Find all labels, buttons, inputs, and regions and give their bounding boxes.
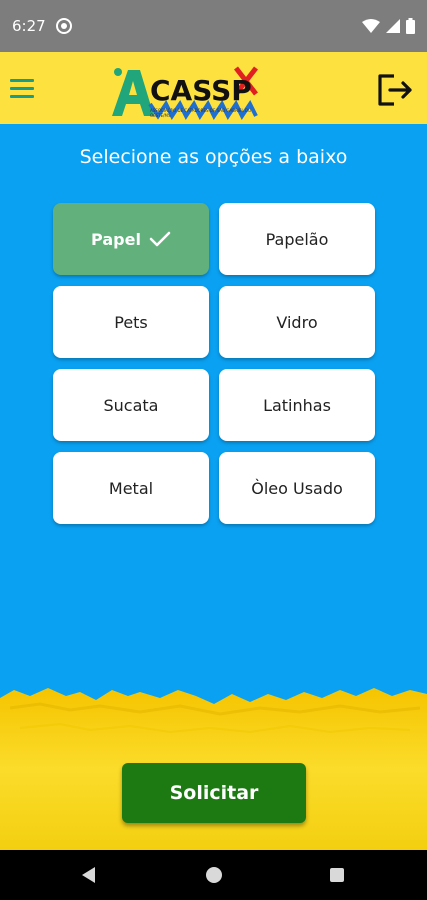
status-time: 6:27 <box>12 17 46 35</box>
logout-icon <box>378 74 412 106</box>
hamburger-menu-icon <box>10 78 34 82</box>
solicitar-button[interactable]: Solicitar <box>122 763 306 823</box>
page-heading: Selecione as opções a baixo <box>79 146 348 168</box>
option-label: Latinhas <box>263 395 331 415</box>
option-oleo-usado[interactable]: Òleo Usado <box>219 452 375 524</box>
option-vidro[interactable]: Vidro <box>219 286 375 358</box>
logo-subtitle: ASSOCIAÇÃO DE CATADORES DE SÃO GABRIEL D… <box>150 108 252 118</box>
option-label: Òleo Usado <box>251 478 343 498</box>
option-label: Papel <box>91 229 141 249</box>
option-papel[interactable]: Papel <box>53 203 209 275</box>
option-label: Papelão <box>265 229 329 249</box>
battery-icon <box>406 18 415 34</box>
app-bar: CASSP ASSOCIAÇÃO DE CATADORES DE SÃO GAB… <box>0 52 427 124</box>
status-bar: 6:27 <box>0 0 427 52</box>
status-right <box>362 18 415 34</box>
logout-button[interactable] <box>376 70 416 110</box>
option-label: Pets <box>114 312 148 332</box>
option-label: Metal <box>108 478 154 498</box>
recents-icon[interactable] <box>330 868 344 882</box>
wifi-icon <box>362 19 380 33</box>
app-notification-icon <box>55 18 72 34</box>
app-logo: CASSP ASSOCIAÇÃO DE CATADORES DE SÃO GAB… <box>110 64 260 120</box>
menu-button[interactable] <box>10 72 42 104</box>
back-icon[interactable] <box>81 867 97 883</box>
system-nav-bar <box>0 850 427 900</box>
option-label: Sucata <box>103 395 159 415</box>
option-papelao[interactable]: Papelão <box>219 203 375 275</box>
option-sucata[interactable]: Sucata <box>53 369 209 441</box>
check-icon <box>149 231 171 247</box>
home-icon[interactable] <box>206 867 222 883</box>
option-pets[interactable]: Pets <box>53 286 209 358</box>
option-latinhas[interactable]: Latinhas <box>219 369 375 441</box>
logo-text: CASSP <box>150 74 252 107</box>
cell-signal-icon <box>386 19 400 33</box>
option-metal[interactable]: Metal <box>53 452 209 524</box>
option-label: Vidro <box>276 312 318 332</box>
status-left: 6:27 <box>12 17 72 35</box>
